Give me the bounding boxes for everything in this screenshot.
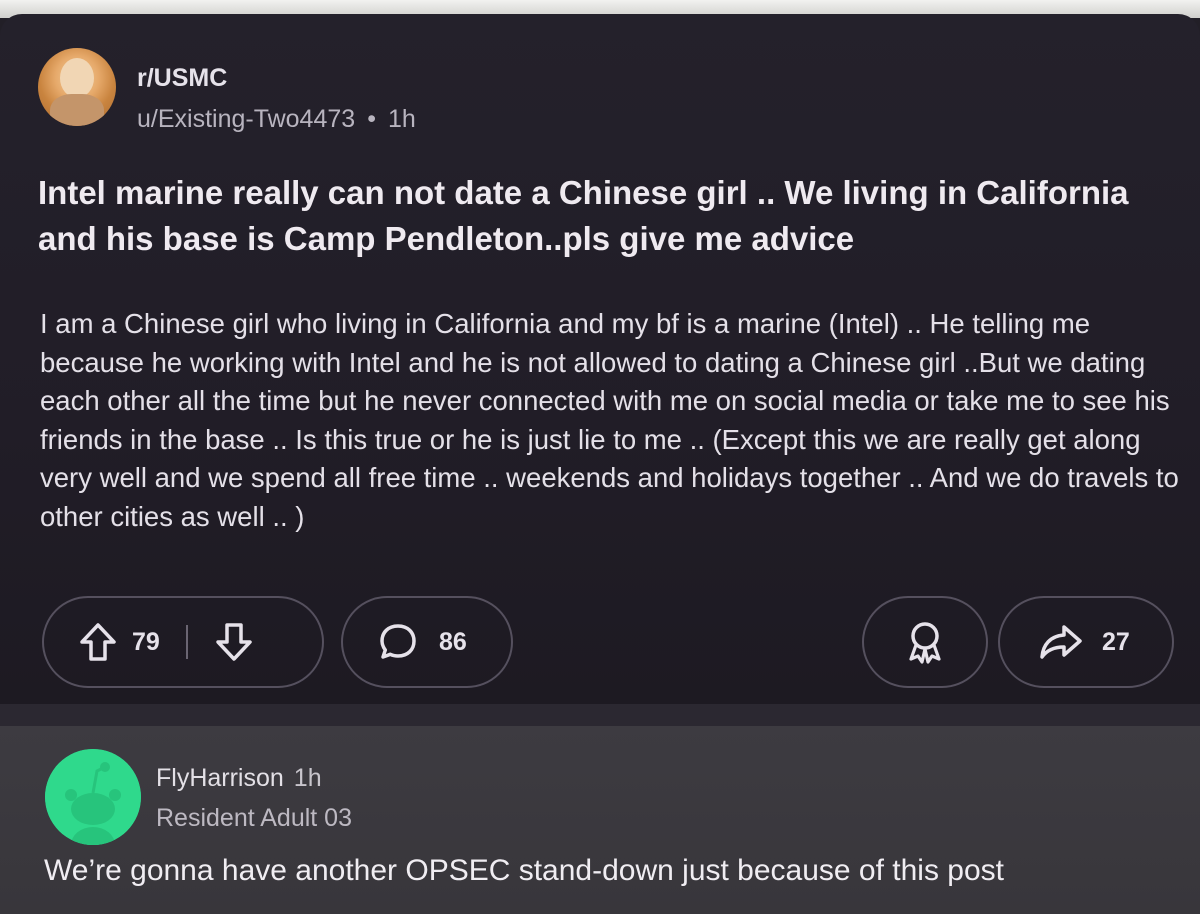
share-count: 27 [1102, 627, 1130, 656]
post-body: I am a Chinese girl who living in Califo… [40, 308, 1179, 532]
comment-author-line: FlyHarrison 1h [156, 764, 322, 793]
snoo-icon [45, 749, 141, 845]
user-flair: Resident Adult 03 [156, 804, 352, 832]
post-title[interactable]: Intel marine really can not date a Chine… [38, 170, 1168, 262]
comment[interactable]: FlyHarrison 1h Resident Adult 03 We’re go… [0, 726, 1200, 914]
vote-divider [185, 625, 188, 659]
comment-author[interactable]: FlyHarrison [156, 764, 284, 792]
vote-pill: 79 [42, 596, 324, 688]
subreddit-name[interactable]: r/USMC [137, 64, 227, 93]
avatar-face [60, 58, 94, 98]
share-button[interactable]: 27 [998, 596, 1174, 688]
upvote-count: 79 [132, 627, 160, 656]
post-card[interactable]: r/USMC u/Existing-Two4473 • 1h Intel marin… [0, 14, 1200, 704]
meta-separator: • [367, 105, 376, 133]
award-ribbon-icon [903, 619, 947, 665]
speech-bubble-icon [377, 621, 419, 663]
downvote-arrow-icon[interactable] [214, 621, 254, 663]
screen: r/USMC u/Existing-Two4473 • 1h Intel marin… [0, 0, 1200, 914]
comment-age: 1h [293, 764, 322, 792]
subreddit-avatar[interactable] [38, 48, 116, 126]
post-author[interactable]: u/Existing-Two4473 [137, 105, 355, 133]
upvote-arrow-icon[interactable] [78, 621, 118, 663]
avatar-body [50, 94, 104, 126]
comment-text: We’re gonna have another OPSEC stand-dow… [44, 854, 1005, 887]
comment-avatar[interactable] [45, 749, 141, 845]
post-age: 1h [387, 105, 416, 133]
comment-button[interactable]: 86 [341, 596, 513, 688]
post-comment-separator [0, 704, 1200, 726]
comment-count: 86 [439, 627, 467, 656]
award-button[interactable] [862, 596, 988, 688]
share-arrow-icon [1038, 622, 1084, 662]
post-meta: u/Existing-Two4473 • 1h [137, 105, 416, 134]
